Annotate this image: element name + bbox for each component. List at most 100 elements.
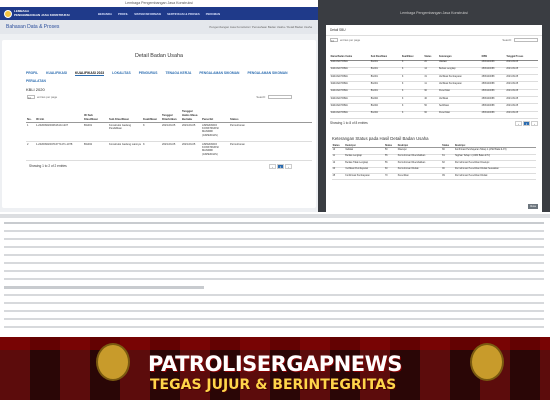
cell: BG001 (84, 123, 93, 127)
logo-emblem-icon (4, 9, 12, 18)
col-penerbit[interactable]: Penerbit (201, 99, 229, 122)
entries-per-page-select[interactable]: 10 (330, 38, 338, 43)
cell: SARANA PRIMA (330, 97, 348, 100)
prev-page-button[interactable]: ‹ (515, 120, 522, 126)
page-1-button[interactable]: 1 (523, 120, 530, 126)
col-header[interactable]: Status (424, 44, 439, 60)
cell: Berkas Lengkap (438, 68, 456, 71)
cell: 2023-09-05 (506, 112, 519, 115)
col-header[interactable]: NIBS (481, 44, 506, 60)
page-header: Bahasan Data & Proses Pengembangan Jasa … (0, 20, 318, 34)
keterangan-table: Status Deskripsi Status Deskripsi Status Desk… (332, 143, 536, 180)
cell: K (401, 90, 404, 93)
blur-bar (4, 294, 544, 296)
cell: BG002 (370, 104, 378, 107)
nav-item-sertifikasi[interactable]: SERTIFIKASI & PROSES (167, 12, 200, 16)
cell: SARANA PRIMA (330, 104, 348, 107)
col-id-subklas[interactable]: ID Sub Klasifikasi (83, 99, 108, 122)
close-button[interactable]: Close (528, 204, 538, 209)
cell: SARANA PRIMA (330, 82, 348, 85)
cell: BG001 (370, 75, 378, 78)
detail-badan-usaha-window: Lembaga Pengembangan Jasa Konstruksi LEM… (0, 0, 318, 212)
search-input[interactable] (268, 95, 292, 99)
cell: 1-2020090204716771471-1078 (36, 142, 73, 146)
window-title: Lembaga Pengembangan Jasa Konstruksi (400, 11, 468, 15)
tab-pengalaman-1[interactable]: PENGALAMAN SIKOMAN (199, 71, 239, 76)
col-tgl-habis[interactable]: Tanggal Habis Masa Berlaku (181, 99, 201, 122)
col-no[interactable]: No. (26, 99, 35, 122)
cell: K (401, 68, 404, 71)
next-page-button[interactable]: › (531, 120, 538, 126)
cell: 2023-09-05 (506, 82, 519, 85)
prev-page-button[interactable]: ‹ (269, 163, 276, 169)
cell: 2506140088 (481, 90, 495, 93)
tab-lokalitas[interactable]: LOKALITAS (112, 71, 131, 76)
cell: Konstruksi Gedung Pendidikan (109, 123, 132, 130)
col-header[interactable]: Nama Badan Usaha (330, 44, 370, 60)
cell: 2506140088 (481, 61, 495, 64)
next-page-button[interactable]: › (285, 163, 292, 169)
entries-info: Showing 1 to 8 of 8 entries (330, 120, 368, 125)
cell: SARANA PRIMA (330, 75, 348, 78)
cell: Konfirmasi Pembayaran (345, 174, 370, 177)
col-tgl-terbit[interactable]: Tanggal Diterbitkan (161, 99, 181, 122)
cell: 99 (442, 174, 445, 177)
cell: 2506140088 (481, 82, 495, 85)
entries-per-page-select[interactable]: 10 (27, 95, 35, 100)
col-header[interactable]: Tanggal Proses (506, 44, 538, 60)
breadcrumb[interactable]: Pengembangan Jasa Konstruksi / Perusahaa… (209, 25, 312, 29)
blur-bar (4, 246, 544, 248)
banner-subtitle: TEGAS JUJUR & BERINTEGRITAS (150, 377, 397, 393)
cell: Verifikasi (438, 97, 449, 100)
tab-kualifikasi-2023[interactable]: KUALIFIKASI 2023 (74, 71, 105, 76)
cell: K (401, 104, 404, 107)
col-header[interactable]: Kualifikasi (401, 44, 424, 60)
cell: Verifikasi Pembayaran (438, 75, 462, 78)
cell: BG002 (84, 142, 93, 146)
blur-bar (4, 254, 544, 256)
nav-item-beranda[interactable]: BERANDA (98, 12, 112, 16)
pagination: ‹ 1 › (515, 120, 538, 126)
cell: Sertifikasi (438, 104, 449, 107)
cell: 2 (27, 142, 29, 146)
cell: BG002 (370, 112, 378, 115)
blur-bar (4, 222, 544, 224)
cell: 2506140088 (481, 104, 495, 107)
tab-pengurus[interactable]: PENGURUS (139, 71, 158, 76)
cell: 60 (424, 112, 427, 115)
tab-tenaga-kerja[interactable]: TENAGA KERJA (165, 71, 191, 76)
col-subklas[interactable]: Sub Klasifikasi (108, 99, 142, 122)
col-kualifikasi[interactable]: Kualifikasi (142, 99, 161, 122)
cell: 2023-09-05 (506, 90, 519, 93)
col-header[interactable]: Keterangan (438, 44, 481, 60)
search-label: Search: (502, 38, 512, 42)
tab-pengalaman-2[interactable]: PENGALAMAN SIKOMAN (247, 71, 287, 76)
search-input[interactable] (514, 38, 538, 42)
col-header[interactable]: Sub Klasifikasi (370, 44, 401, 60)
page-1-button[interactable]: 1 (277, 163, 284, 169)
tab-profil[interactable]: PROFIL (26, 71, 38, 76)
cell: BG001 (370, 82, 378, 85)
tab-kualifikasi[interactable]: KUALIFIKASI (46, 71, 67, 76)
nav-item-sistem-informasi[interactable]: SISTEM INFORMASI (134, 12, 161, 16)
tab-peralatan[interactable]: PERALATAN (26, 79, 46, 83)
cell: Permohonan Penerbitan Ditolak (454, 174, 488, 177)
cell: 2506140088 (481, 75, 495, 78)
kbli-table: No. ID Izin ID Sub Klasifikasi Sub Klasi… (26, 99, 312, 161)
cell: BG002 (370, 97, 378, 100)
nav-item-profil[interactable]: PROFIL (118, 12, 128, 16)
cell: 12 (424, 68, 427, 71)
logo-line2: PENGEMBANGAN JASA KONSTRUKSI (14, 12, 70, 17)
cell: 2506140088 (481, 112, 495, 115)
blur-bar (4, 230, 544, 232)
blur-bar (4, 318, 544, 320)
col-id-izin[interactable]: ID Izin (35, 99, 83, 122)
nav-item-pedoman[interactable]: PEDOMAN (206, 12, 220, 16)
cell: 2023-09-05 (506, 68, 519, 71)
blurred-duplicate-screenshot (0, 212, 550, 337)
col-status[interactable]: Status (229, 99, 312, 122)
table-row: 1 1-2020090204061619-1237 BG001 Konstruk… (26, 122, 312, 141)
blur-bar (4, 270, 544, 272)
logo[interactable]: LEMBAGA PENGEMBANGAN JASA KONSTRUKSI (4, 9, 92, 18)
modal-title: Detail SBU (326, 25, 542, 36)
